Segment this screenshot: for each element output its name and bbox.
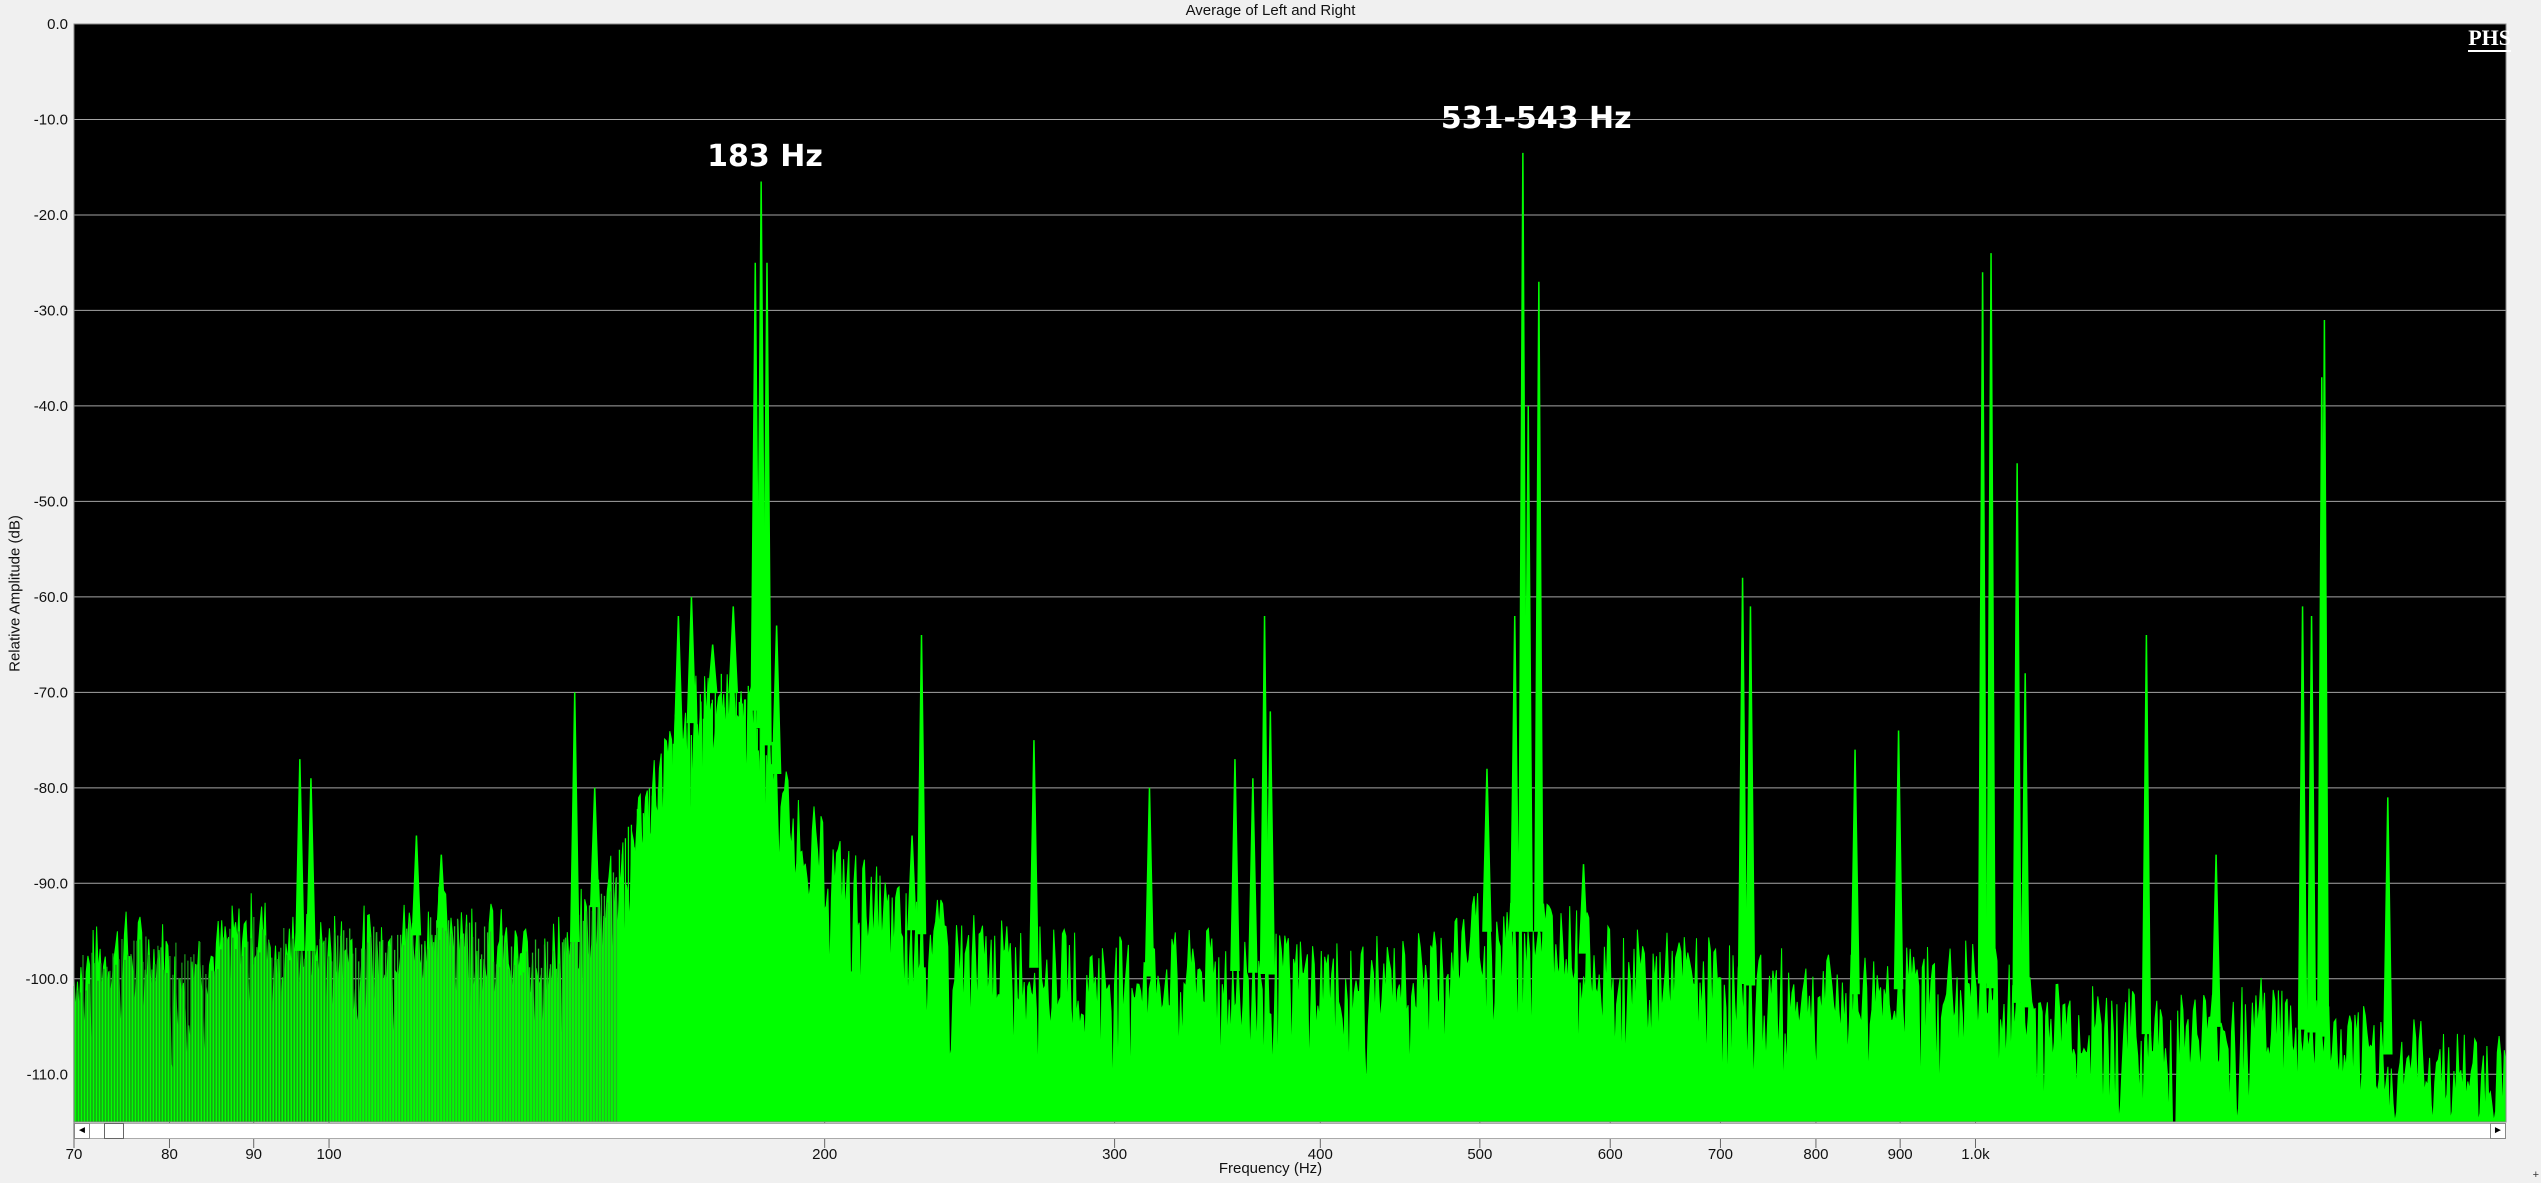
x-tick-label: 600 bbox=[1598, 1146, 1623, 1163]
x-tick-label: 300 bbox=[1102, 1146, 1127, 1163]
y-tick-label: -30.0 bbox=[34, 302, 68, 319]
x-tick-label: 100 bbox=[317, 1146, 342, 1163]
scroll-right-button[interactable]: ► bbox=[2490, 1123, 2506, 1139]
y-tick-label: -90.0 bbox=[34, 875, 68, 892]
scroll-left-button[interactable]: ◄ bbox=[74, 1123, 90, 1139]
y-tick-label: -80.0 bbox=[34, 780, 68, 797]
y-tick-label: -110.0 bbox=[27, 1066, 68, 1083]
y-tick-label: -40.0 bbox=[34, 398, 68, 415]
y-tick-label: -70.0 bbox=[34, 684, 68, 701]
x-tick-label: 800 bbox=[1803, 1146, 1828, 1163]
y-tick-label: -100.0 bbox=[25, 971, 68, 988]
scrollbar-thumb[interactable] bbox=[104, 1123, 124, 1139]
x-tick-label: 80 bbox=[161, 1146, 178, 1163]
y-tick-label: -50.0 bbox=[34, 493, 68, 510]
horizontal-scrollbar-track[interactable] bbox=[74, 1123, 2506, 1139]
annotation-183hz: 183 Hz bbox=[707, 139, 823, 175]
x-tick-label: 90 bbox=[245, 1146, 262, 1163]
spectrum-chart: 0.0 -10.0 -20.0 -30.0 -40.0 -50.0 -60.0 -70.0 -8… bbox=[25, 16, 2507, 1163]
y-tick-label: -20.0 bbox=[34, 207, 68, 224]
annotation-531-543hz: 531-543 Hz bbox=[1440, 101, 1632, 137]
y-tick-label: 0.0 bbox=[47, 16, 68, 33]
x-tick-label: 700 bbox=[1708, 1146, 1733, 1163]
x-tick-label: 900 bbox=[1888, 1146, 1913, 1163]
resize-corner-icon[interactable]: + bbox=[2533, 1169, 2539, 1181]
x-tick-label: 400 bbox=[1308, 1146, 1333, 1163]
phs-logo: PHS bbox=[2468, 25, 2511, 52]
x-tick-label: 500 bbox=[1467, 1146, 1492, 1163]
y-tick-label: -60.0 bbox=[34, 589, 68, 606]
x-tick-label: 200 bbox=[812, 1146, 837, 1163]
x-tick-label: 70 bbox=[66, 1146, 83, 1163]
x-tick-label: 1.0k bbox=[1961, 1146, 1990, 1163]
y-tick-label: -10.0 bbox=[34, 111, 68, 128]
